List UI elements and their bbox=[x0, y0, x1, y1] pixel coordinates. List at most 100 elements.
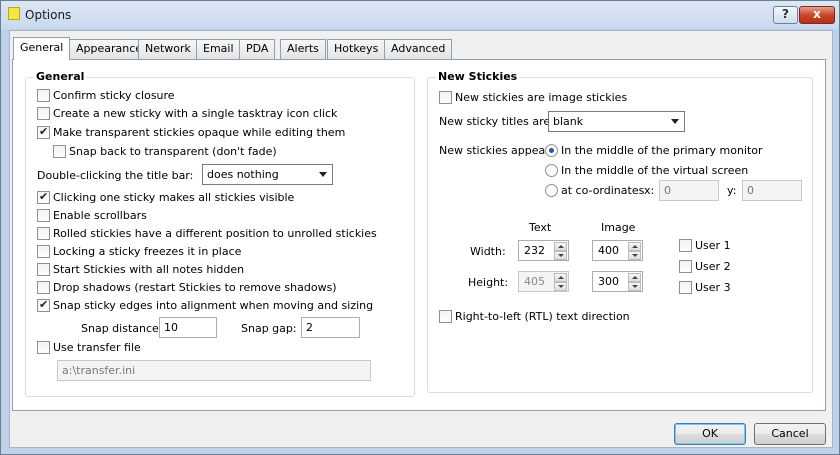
titles-value: blank bbox=[553, 115, 584, 128]
image-stickies-box[interactable] bbox=[439, 90, 452, 104]
snap-back-box[interactable] bbox=[53, 144, 66, 158]
text-width-spinner[interactable]: 232 bbox=[518, 240, 569, 261]
tab-email[interactable]: Email bbox=[196, 39, 241, 59]
transfer-file-input[interactable]: a:\transfer.ini bbox=[57, 360, 371, 381]
scrollbars-checkbox[interactable]: Enable scrollbars bbox=[37, 208, 147, 225]
width-label: Width: bbox=[470, 245, 506, 258]
user-2-box[interactable] bbox=[679, 259, 692, 273]
snap-gap-input[interactable]: 2 bbox=[301, 317, 360, 338]
one-sticky-visible-box[interactable] bbox=[37, 190, 50, 204]
text-height-value: 405 bbox=[524, 275, 545, 288]
spin-up-icon[interactable] bbox=[628, 242, 641, 251]
appear-primary-radio[interactable] bbox=[545, 143, 558, 157]
appear-option-primary[interactable]: In the middle of the primary monitor bbox=[545, 143, 763, 160]
snap-back-label: Snap back to transparent (don't fade) bbox=[69, 145, 277, 158]
tab-hotkeys[interactable]: Hotkeys bbox=[327, 39, 386, 59]
title-bar[interactable]: Options ? x bbox=[1, 1, 839, 29]
help-button[interactable]: ? bbox=[773, 6, 798, 24]
user-1-checkbox[interactable]: User 1 bbox=[679, 238, 731, 255]
user-2-label: User 2 bbox=[695, 260, 731, 273]
spin-up-icon[interactable] bbox=[554, 273, 567, 282]
spin-up-icon[interactable] bbox=[554, 242, 567, 251]
image-height-spinner[interactable]: 300 bbox=[592, 271, 643, 292]
one-sticky-visible-checkbox[interactable]: Clicking one sticky makes all stickies v… bbox=[37, 190, 294, 207]
locking-freezes-checkbox[interactable]: Locking a sticky freezes it in place bbox=[37, 244, 242, 261]
locking-freezes-label: Locking a sticky freezes it in place bbox=[53, 245, 242, 258]
titles-select[interactable]: blank bbox=[548, 111, 685, 132]
coord-y-input[interactable]: 0 bbox=[742, 180, 802, 201]
user-1-label: User 1 bbox=[695, 239, 731, 252]
tab-general[interactable]: General bbox=[13, 37, 71, 60]
ok-button[interactable]: OK bbox=[674, 423, 746, 445]
snap-distance-input[interactable]: 10 bbox=[159, 317, 217, 338]
general-tab-panel: General Confirm sticky closure Create a … bbox=[12, 59, 826, 411]
snap-edges-box[interactable] bbox=[37, 298, 50, 312]
transfer-file-box[interactable] bbox=[37, 340, 50, 354]
spin-down-icon[interactable] bbox=[628, 282, 641, 291]
appear-coordinates-radio[interactable] bbox=[545, 183, 558, 197]
transparent-opaque-checkbox[interactable]: Make transparent stickies opaque while e… bbox=[37, 125, 346, 142]
single-click-create-box[interactable] bbox=[37, 106, 50, 120]
scrollbars-box[interactable] bbox=[37, 208, 50, 222]
snap-back-checkbox[interactable]: Snap back to transparent (don't fade) bbox=[53, 144, 277, 161]
confirm-closure-box[interactable] bbox=[37, 88, 50, 102]
drop-shadows-label: Drop shadows (restart Stickies to remove… bbox=[53, 281, 337, 294]
coord-y-label: y: bbox=[727, 184, 737, 197]
appear-virtual-radio[interactable] bbox=[545, 163, 558, 177]
height-label: Height: bbox=[468, 276, 509, 289]
image-width-value: 400 bbox=[598, 244, 619, 257]
drop-shadows-box[interactable] bbox=[37, 280, 50, 294]
transfer-file-label: Use transfer file bbox=[53, 341, 141, 354]
cancel-button[interactable]: Cancel bbox=[754, 423, 826, 445]
start-hidden-checkbox[interactable]: Start Stickies with all notes hidden bbox=[37, 262, 244, 279]
appear-primary-label: In the middle of the primary monitor bbox=[561, 144, 763, 157]
snap-edges-label: Snap sticky edges into alignment when mo… bbox=[53, 299, 374, 312]
rolled-position-label: Rolled stickies have a different positio… bbox=[53, 227, 377, 240]
rolled-position-box[interactable] bbox=[37, 226, 50, 240]
coord-x-input[interactable]: 0 bbox=[659, 180, 719, 201]
stickies-app-icon bbox=[8, 7, 20, 20]
rtl-checkbox[interactable]: Right-to-left (RTL) text direction bbox=[439, 309, 630, 326]
appear-option-virtual[interactable]: In the middle of the virtual screen bbox=[545, 163, 748, 180]
double-click-select[interactable]: does nothing bbox=[202, 164, 333, 185]
spin-up-icon[interactable] bbox=[628, 273, 641, 282]
user-3-box[interactable] bbox=[679, 280, 692, 294]
transfer-file-checkbox[interactable]: Use transfer file bbox=[37, 340, 141, 357]
confirm-closure-label: Confirm sticky closure bbox=[53, 89, 175, 102]
text-width-value: 232 bbox=[524, 244, 545, 257]
snap-gap-label: Snap gap: bbox=[241, 322, 297, 335]
user-2-checkbox[interactable]: User 2 bbox=[679, 259, 731, 276]
appear-label: New stickies appear: bbox=[439, 144, 554, 157]
close-button[interactable]: x bbox=[799, 6, 835, 24]
image-height-value: 300 bbox=[598, 275, 619, 288]
spin-down-icon[interactable] bbox=[554, 251, 567, 260]
user-1-box[interactable] bbox=[679, 238, 692, 252]
single-click-create-checkbox[interactable]: Create a new sticky with a single tasktr… bbox=[37, 106, 337, 123]
tab-advanced[interactable]: Advanced bbox=[384, 39, 453, 59]
drop-shadows-checkbox[interactable]: Drop shadows (restart Stickies to remove… bbox=[37, 280, 337, 297]
rolled-position-checkbox[interactable]: Rolled stickies have a different positio… bbox=[37, 226, 377, 243]
text-header: Text bbox=[529, 221, 552, 234]
transparent-opaque-box[interactable] bbox=[37, 125, 50, 139]
spin-down-icon[interactable] bbox=[554, 282, 567, 291]
snap-distance-label: Snap distance: bbox=[81, 322, 163, 335]
new-stickies-group-title: New Stickies bbox=[436, 70, 520, 83]
confirm-closure-checkbox[interactable]: Confirm sticky closure bbox=[37, 88, 175, 105]
appear-option-coordinates[interactable]: at co-ordinates bbox=[545, 183, 644, 200]
image-header: Image bbox=[601, 221, 636, 234]
spin-down-icon[interactable] bbox=[628, 251, 641, 260]
titles-label: New sticky titles are: bbox=[439, 115, 554, 128]
user-3-checkbox[interactable]: User 3 bbox=[679, 280, 731, 297]
start-hidden-box[interactable] bbox=[37, 262, 50, 276]
tab-network[interactable]: Network bbox=[138, 39, 198, 59]
text-height-spinner[interactable]: 405 bbox=[518, 271, 569, 292]
image-stickies-checkbox[interactable]: New stickies are image stickies bbox=[439, 90, 627, 107]
window-title: Options bbox=[25, 8, 72, 22]
rtl-box[interactable] bbox=[439, 309, 452, 323]
image-width-spinner[interactable]: 400 bbox=[592, 240, 643, 261]
locking-freezes-box[interactable] bbox=[37, 244, 50, 258]
snap-edges-checkbox[interactable]: Snap sticky edges into alignment when mo… bbox=[37, 298, 374, 315]
tab-alerts[interactable]: Alerts bbox=[280, 39, 326, 59]
tab-pda[interactable]: PDA bbox=[239, 39, 276, 59]
transparent-opaque-label: Make transparent stickies opaque while e… bbox=[53, 126, 346, 139]
